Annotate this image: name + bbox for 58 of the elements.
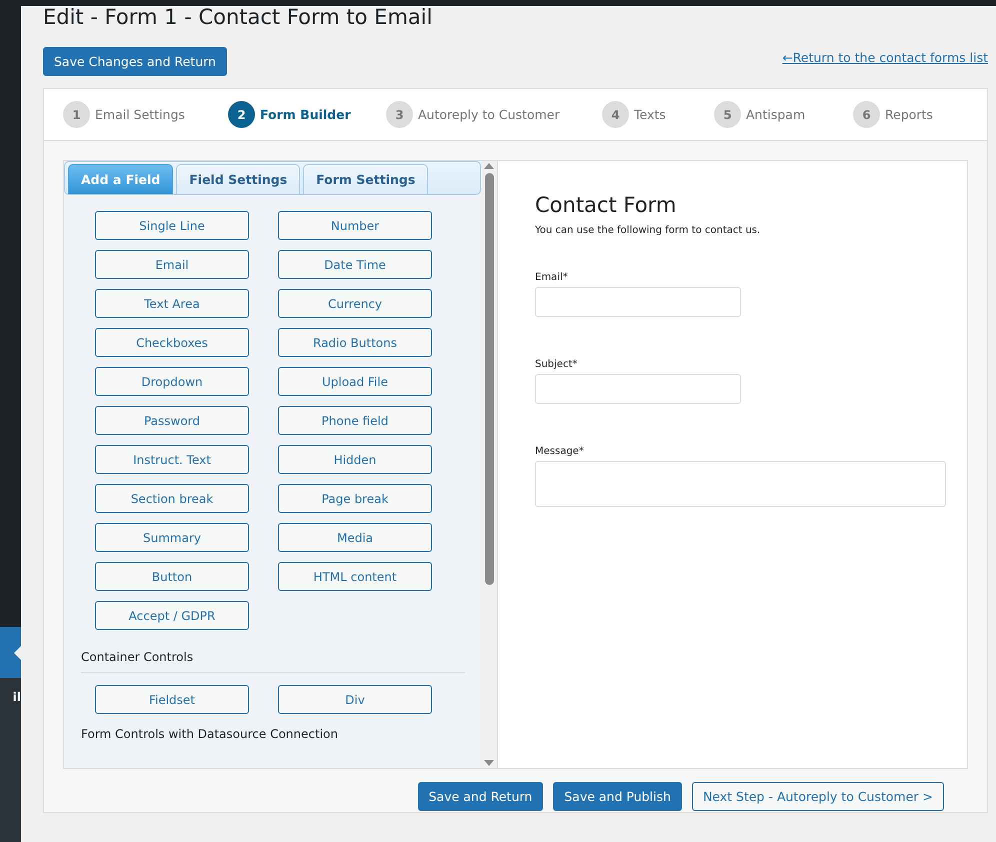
builder-tab[interactable]: Field Settings — [176, 164, 300, 194]
builder-tab[interactable]: Add a Field — [68, 164, 174, 194]
scrollbar[interactable] — [481, 161, 497, 768]
field-type-button[interactable]: Instruct. Text — [95, 445, 249, 474]
field-type-button[interactable]: Number — [278, 211, 432, 240]
arrow-icon — [14, 646, 21, 660]
save-button[interactable]: Save and Return — [418, 782, 544, 811]
step-label[interactable]: Reports — [885, 107, 933, 122]
field-type-button[interactable]: HTML content — [278, 562, 432, 591]
field-type-button[interactable]: Accept / GDPR — [95, 601, 249, 630]
field-type-button[interactable]: Checkboxes — [95, 328, 249, 357]
input-field[interactable] — [535, 374, 741, 404]
builder-tab[interactable]: Form Settings — [303, 164, 428, 194]
step-number[interactable]: 2 — [228, 101, 255, 128]
message-field[interactable] — [535, 461, 946, 507]
step-number[interactable]: 1 — [63, 101, 90, 128]
field-type-button[interactable]: Dropdown — [95, 367, 249, 396]
step-label[interactable]: Texts — [634, 107, 666, 122]
field-type-button[interactable]: Upload File — [278, 367, 432, 396]
field-type-button[interactable]: Section break — [95, 484, 249, 513]
field-type-button[interactable]: Date Time — [278, 250, 432, 279]
field-type-button[interactable]: Page break — [278, 484, 432, 513]
scroll-up-icon[interactable] — [484, 163, 494, 169]
field-type-button[interactable]: Phone field — [278, 406, 432, 435]
step-label[interactable]: Email Settings — [95, 107, 185, 122]
field-label: Subject* — [535, 359, 578, 370]
field-label: Message* — [535, 446, 585, 457]
step-number[interactable]: 5 — [714, 101, 741, 128]
step-label[interactable]: Form Builder — [260, 107, 351, 122]
field-type-button[interactable]: Text Area — [95, 289, 249, 318]
field-type-button[interactable]: Email — [95, 250, 249, 279]
field-type-button[interactable]: Summary — [95, 523, 249, 552]
next-step-button[interactable]: Next Step - Autoreply to Customer > — [692, 782, 944, 811]
step-label[interactable]: Antispam — [746, 107, 806, 122]
section-heading: Form Controls with Datasource Connection — [80, 727, 339, 741]
input-field[interactable] — [535, 287, 741, 317]
page-title: Edit - Form 1 - Contact Form to Email — [43, 6, 434, 28]
field-label: Email* — [535, 272, 569, 283]
field-type-button[interactable]: Media — [278, 523, 432, 552]
form-description: You can use the following form to contact us. — [535, 225, 762, 236]
field-type-button[interactable]: Password — [95, 406, 249, 435]
save-changes-button[interactable]: Save Changes and Return — [43, 47, 227, 76]
field-type-button[interactable]: Radio Buttons — [278, 328, 432, 357]
field-type-button[interactable]: Fieldset — [95, 685, 249, 714]
step-label[interactable]: Autoreply to Customer — [418, 107, 560, 122]
field-type-button[interactable]: Div — [278, 685, 432, 714]
section-heading: Container Controls — [80, 650, 194, 664]
save-button[interactable]: Save and Publish — [553, 782, 682, 811]
scroll-down-icon[interactable] — [484, 760, 494, 766]
step-number[interactable]: 3 — [386, 101, 413, 128]
return-link[interactable]: ←Return to the contact forms list — [782, 50, 988, 65]
field-type-button[interactable]: Single Line — [95, 211, 249, 240]
step-number[interactable]: 4 — [602, 101, 629, 128]
step-number[interactable]: 6 — [853, 101, 880, 128]
field-type-button[interactable]: Currency — [278, 289, 432, 318]
field-type-button[interactable]: Hidden — [278, 445, 432, 474]
field-type-button[interactable]: Button — [95, 562, 249, 591]
form-title: Contact Form — [535, 192, 678, 219]
